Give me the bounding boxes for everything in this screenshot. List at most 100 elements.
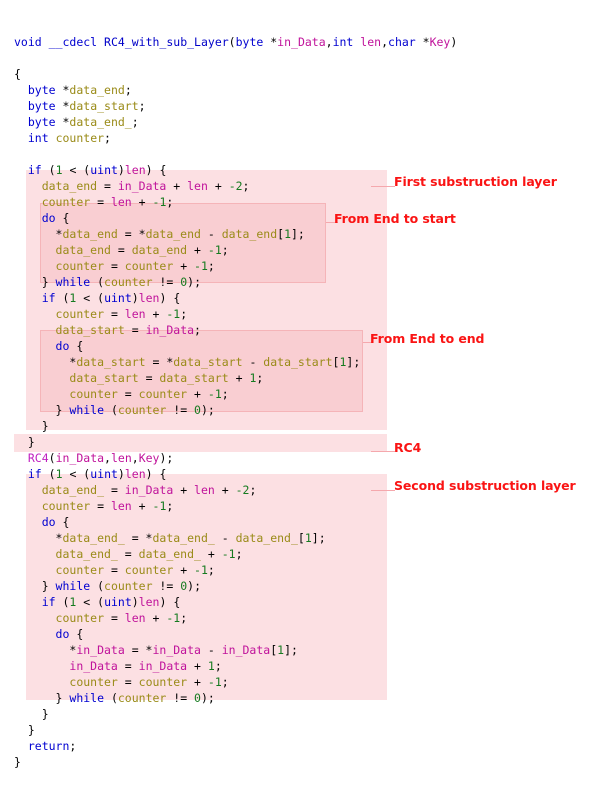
code-line[interactable]: void __cdecl RC4_with_sub_Layer(byte *in…: [14, 34, 457, 50]
code-line[interactable]: }: [14, 418, 457, 434]
code-line[interactable]: counter = counter + -1;: [14, 258, 457, 274]
code-line[interactable]: }: [14, 754, 457, 770]
code-line[interactable]: } while (counter != 0);: [14, 274, 457, 290]
code-line[interactable]: } while (counter != 0);: [14, 690, 457, 706]
code-line[interactable]: }: [14, 434, 457, 450]
code-token: }: [14, 754, 21, 769]
code-line[interactable]: data_start = data_start + 1;: [14, 370, 457, 386]
code-line[interactable]: *in_Data = *in_Data - in_Data[1];: [14, 642, 457, 658]
code-token: =: [110, 242, 132, 257]
code-line[interactable]: [14, 50, 457, 66]
code-line[interactable]: if (1 < (uint)len) {: [14, 594, 457, 610]
code-token: while: [55, 578, 91, 593]
code-line[interactable]: return;: [14, 738, 457, 754]
code-line[interactable]: data_end = in_Data + len + -2;: [14, 178, 457, 194]
code-line[interactable]: } while (counter != 0);: [14, 402, 457, 418]
code-line[interactable]: byte *data_end;: [14, 82, 457, 98]
code-token: counter: [55, 130, 105, 145]
code-line[interactable]: data_end_ = in_Data + len + -2;: [14, 482, 457, 498]
code-line[interactable]: data_end = data_end + -1;: [14, 242, 457, 258]
code-line[interactable]: if (1 < (uint)len) {: [14, 162, 457, 178]
code-token: data_end: [69, 82, 125, 97]
code-line[interactable]: data_end_ = data_end_ + -1;: [14, 546, 457, 562]
code-token: in_Data: [76, 642, 125, 657]
decompiler-code-view[interactable]: void __cdecl RC4_with_sub_Layer(byte *in…: [0, 0, 612, 790]
code-token: -2: [235, 482, 250, 497]
code-token: in_Data: [277, 34, 326, 49]
code-token: data_start: [76, 354, 146, 369]
code-line[interactable]: *data_end = *data_end - data_end[1];: [14, 226, 457, 242]
code-token: uint: [90, 466, 118, 481]
code-line[interactable]: [14, 146, 457, 162]
code-token: byte: [235, 34, 264, 49]
code-line[interactable]: counter = counter + -1;: [14, 674, 457, 690]
code-token: ;: [69, 738, 77, 753]
code-line[interactable]: do {: [14, 514, 457, 530]
code-token: *: [14, 226, 63, 241]
code-line[interactable]: in_Data = in_Data + 1;: [14, 658, 457, 674]
code-line[interactable]: byte *data_end_;: [14, 114, 457, 130]
code-line[interactable]: counter = len + -1;: [14, 194, 457, 210]
code-token: data_end_: [235, 530, 298, 545]
code-token: *: [55, 114, 70, 129]
code-token: len: [194, 482, 215, 497]
code-token: void: [14, 34, 42, 49]
code-line[interactable]: counter = counter + -1;: [14, 562, 457, 578]
code-line[interactable]: counter = len + -1;: [14, 306, 457, 322]
code-token: data_end: [41, 178, 98, 193]
code-token: Key: [429, 34, 451, 49]
code-token: counter: [124, 562, 174, 577]
code-token: -: [200, 642, 222, 657]
code-line[interactable]: counter = len + -1;: [14, 498, 457, 514]
code-line[interactable]: } while (counter != 0);: [14, 578, 457, 594]
code-line[interactable]: byte *data_start;: [14, 98, 457, 114]
code-listing[interactable]: void __cdecl RC4_with_sub_Layer(byte *in…: [14, 34, 457, 770]
code-token: data_start: [159, 370, 229, 385]
code-line[interactable]: }: [14, 706, 457, 722]
code-token: byte: [27, 114, 56, 129]
code-token: -1: [221, 546, 236, 561]
code-line[interactable]: *data_end_ = *data_end_ - data_end_[1];: [14, 530, 457, 546]
code-token: +: [131, 194, 153, 209]
code-token: +: [207, 178, 229, 193]
code-token: counter: [55, 562, 105, 577]
code-token: while: [55, 274, 91, 289]
code-line[interactable]: do {: [14, 626, 457, 642]
code-token: );: [187, 274, 201, 289]
code-line[interactable]: }: [14, 722, 457, 738]
code-token: 0: [194, 402, 201, 417]
code-token: 0: [194, 690, 201, 705]
code-token: ];: [284, 642, 298, 657]
code-line[interactable]: int counter;: [14, 130, 457, 146]
code-token: {: [55, 210, 70, 225]
code-token: 1: [284, 226, 291, 241]
code-token: uint: [104, 290, 132, 305]
code-token: ];: [291, 226, 305, 241]
code-token: ): [117, 466, 125, 481]
code-token: !=: [152, 274, 181, 289]
code-line[interactable]: *data_start = *data_start - data_start[1…: [14, 354, 457, 370]
code-token: *: [14, 642, 77, 657]
code-token: =: [104, 258, 125, 273]
code-line[interactable]: {: [14, 66, 457, 82]
code-token: (: [104, 402, 118, 417]
code-line[interactable]: counter = len + -1;: [14, 610, 457, 626]
code-token: +: [166, 178, 188, 193]
code-line[interactable]: if (1 < (uint)len) {: [14, 290, 457, 306]
annotation-from-end-to-start: From End to start: [334, 211, 456, 226]
code-line[interactable]: if (1 < (uint)len) {: [14, 466, 457, 482]
code-line[interactable]: counter = counter + -1;: [14, 386, 457, 402]
code-token: uint: [104, 594, 132, 609]
code-token: len: [360, 34, 382, 49]
code-token: -2: [228, 178, 243, 193]
code-token: data_end: [221, 226, 278, 241]
code-line[interactable]: RC4(in_Data,len,Key);: [14, 450, 457, 466]
